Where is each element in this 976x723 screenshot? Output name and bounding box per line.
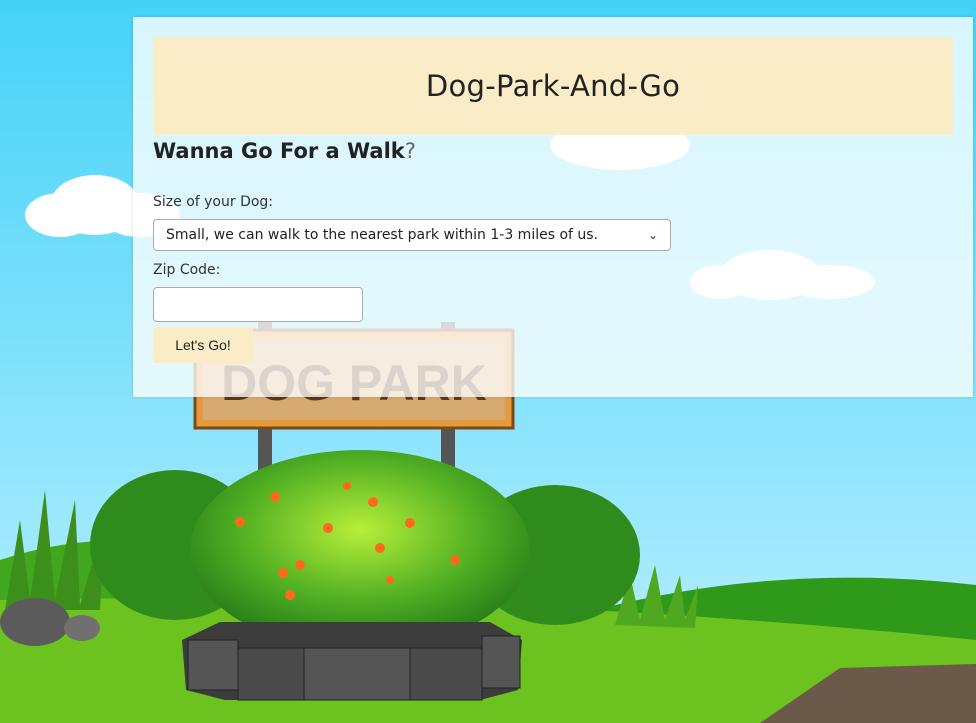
form-heading: Wanna Go For a Walk? bbox=[153, 139, 416, 163]
stone-planter bbox=[182, 622, 522, 701]
page-title: Dog-Park-And-Go bbox=[425, 69, 681, 103]
zip-code-input[interactable] bbox=[153, 287, 363, 322]
chevron-down-icon: ⌄ bbox=[647, 228, 658, 242]
header-banner: Dog-Park-And-Go bbox=[153, 37, 953, 135]
dog-size-label: Size of your Dog: bbox=[153, 194, 274, 210]
dog-size-select[interactable]: Small, we can walk to the nearest park w… bbox=[153, 219, 671, 251]
dog-size-selected-value: Small, we can walk to the nearest park w… bbox=[166, 227, 599, 243]
form-heading-mark: ? bbox=[404, 139, 416, 163]
form-panel: Dog-Park-And-Go Wanna Go For a Walk? Siz… bbox=[133, 17, 973, 397]
rock bbox=[0, 598, 70, 646]
zip-code-label: Zip Code: bbox=[153, 262, 221, 278]
lets-go-button[interactable]: Let's Go! bbox=[153, 327, 253, 363]
bush bbox=[190, 450, 530, 650]
form-heading-text: Wanna Go For a Walk bbox=[153, 139, 405, 163]
rock bbox=[64, 615, 100, 641]
